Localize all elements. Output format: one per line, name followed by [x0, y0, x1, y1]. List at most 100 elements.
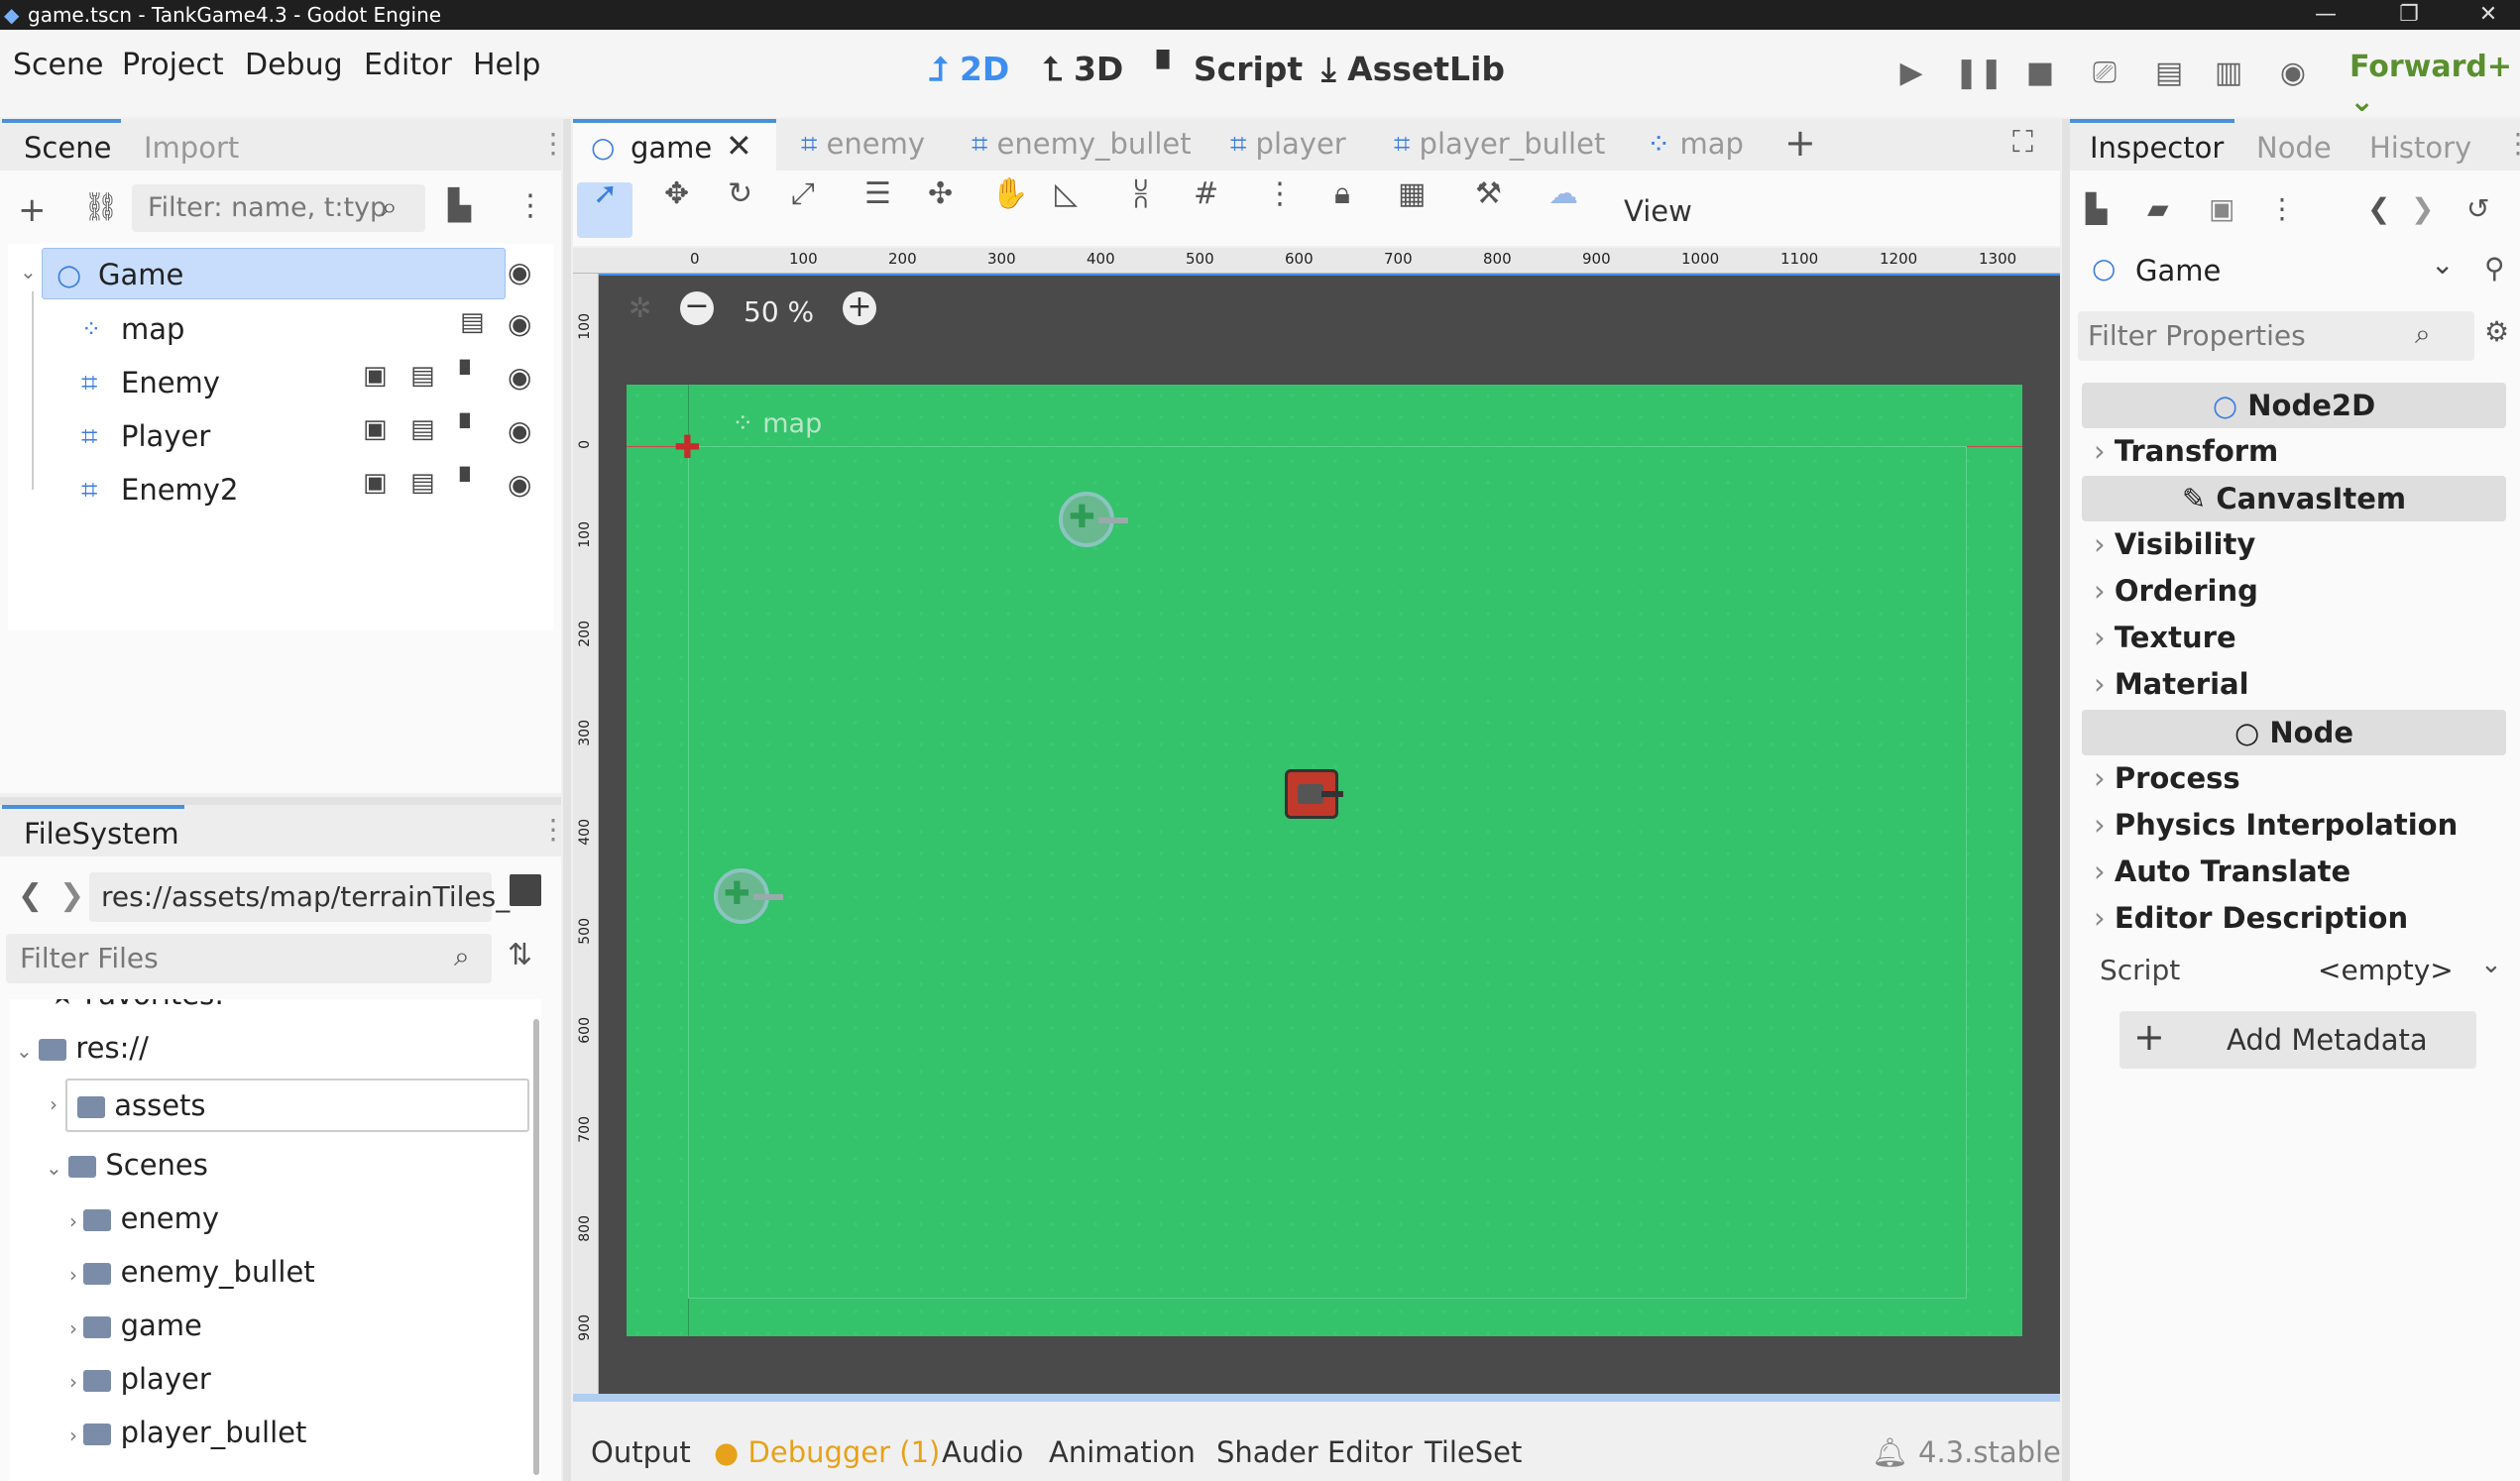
- snap-options-icon[interactable]: ⋮: [1265, 176, 1295, 211]
- map-tilemap[interactable]: ⁘ map ✚ ✚ ✚: [627, 385, 2022, 1336]
- scene-filter-field[interactable]: Filter: name, t:typ ⌕: [132, 184, 425, 232]
- visibility-eye-icon[interactable]: ◉: [508, 361, 531, 394]
- section-texture[interactable]: › Texture: [2094, 615, 2236, 660]
- tree-node-map[interactable]: ⁘ map: [42, 303, 488, 355]
- more-options-icon[interactable]: ⋮: [2268, 192, 2296, 225]
- script-icon[interactable]: ▘: [460, 414, 480, 444]
- fs-item-scenes[interactable]: ⌄ Scenes: [46, 1138, 208, 1192]
- section-process[interactable]: › Process: [2094, 755, 2240, 801]
- fs-item-game[interactable]: › game: [69, 1299, 202, 1352]
- property-options-icon[interactable]: ⚙: [2484, 315, 2509, 348]
- tab-player[interactable]: ⌗ player: [1230, 127, 1346, 162]
- view-menu-button[interactable]: View: [1624, 194, 1692, 228]
- scrollbar[interactable]: [533, 1019, 539, 1475]
- more-options-icon[interactable]: ⋮: [515, 188, 545, 223]
- fs-root-row[interactable]: ⌄ res://: [16, 1021, 149, 1075]
- zoom-out-button[interactable]: −: [680, 291, 714, 325]
- visibility-eye-icon[interactable]: ◉: [508, 414, 531, 447]
- path-field[interactable]: res://assets/map/terrainTiles_: [89, 872, 510, 922]
- menu-help[interactable]: Help: [473, 48, 540, 82]
- section-editor-description[interactable]: › Editor Description: [2094, 895, 2408, 941]
- fs-item-assets[interactable]: assets: [65, 1079, 529, 1132]
- group-icon[interactable]: ▦: [1398, 176, 1426, 211]
- instance-scene-icon[interactable]: ⛓: [83, 190, 119, 223]
- tab-map[interactable]: ⁘ map: [1647, 127, 1744, 161]
- dock-splitter[interactable]: [0, 797, 561, 805]
- tab-node[interactable]: Node: [2256, 131, 2332, 165]
- pan-tool-icon[interactable]: ✋: [991, 176, 1028, 211]
- scene-instance-icon[interactable]: ▤: [410, 468, 435, 498]
- tab-import[interactable]: Import: [144, 131, 239, 165]
- select-tool-icon[interactable]: ➚: [593, 176, 618, 211]
- expand-arrow-icon[interactable]: ›: [50, 1092, 57, 1116]
- workspace-assetlib-button[interactable]: ⤓ AssetLib: [1321, 50, 1505, 89]
- tab-enemy-bullet[interactable]: ⌗ enemy_bullet: [972, 127, 1192, 162]
- property-filter-input[interactable]: Filter Properties: [2088, 319, 2306, 352]
- menu-debug[interactable]: Debug: [245, 48, 343, 82]
- enemy-tank-sprite[interactable]: ✚: [1059, 492, 1128, 547]
- center-view-icon[interactable]: ✲: [629, 291, 651, 324]
- stop-icon[interactable]: ■: [2018, 52, 2062, 95]
- save-icon[interactable]: ▣: [2209, 192, 2234, 225]
- visibility-eye-icon[interactable]: ◉: [508, 256, 531, 288]
- section-transform[interactable]: › Transform: [2094, 428, 2278, 474]
- menu-project[interactable]: Project: [122, 48, 224, 82]
- tree-node-game[interactable]: ○ Game: [42, 248, 506, 299]
- scene-filter-input[interactable]: Filter: name, t:typ: [148, 192, 387, 223]
- tab-debugger[interactable]: ● Debugger (1): [714, 1435, 940, 1469]
- back-arrow-icon[interactable]: ❮: [18, 878, 43, 913]
- tab-player-bullet[interactable]: ⌗ player_bullet: [1394, 127, 1605, 162]
- tab-history[interactable]: History: [2369, 131, 2471, 165]
- tab-audio[interactable]: Audio: [942, 1435, 1023, 1469]
- close-window-button[interactable]: ✕: [2459, 0, 2518, 30]
- play-scene-icon[interactable]: ▤: [2147, 52, 2191, 95]
- menu-editor[interactable]: Editor: [364, 48, 452, 82]
- open-folder-icon[interactable]: ▰: [2147, 192, 2169, 225]
- dock-splitter[interactable]: [2062, 119, 2070, 1481]
- fs-item-player[interactable]: › player: [69, 1352, 211, 1406]
- section-ordering[interactable]: › Ordering: [2094, 568, 2258, 614]
- tab-game[interactable]: ○ game ✕: [573, 119, 776, 171]
- tab-output[interactable]: Output: [591, 1435, 691, 1469]
- scene-instance-icon[interactable]: ▤: [410, 414, 435, 444]
- scene-instance-icon[interactable]: ▤: [460, 307, 485, 337]
- maximize-button[interactable]: ❐: [2379, 0, 2439, 30]
- script-property-value[interactable]: <empty>: [2318, 954, 2454, 986]
- section-visibility[interactable]: › Visibility: [2094, 521, 2255, 567]
- pause-icon[interactable]: ❚❚: [1954, 52, 2004, 95]
- favorites-row[interactable]: ★ Favorites:: [50, 999, 224, 1021]
- add-tab-icon[interactable]: +: [1784, 121, 1816, 165]
- workspace-script-button[interactable]: ▘ Script: [1157, 50, 1303, 88]
- remote-debug-icon[interactable]: ⎚: [2083, 52, 2126, 95]
- close-tab-icon[interactable]: ✕: [726, 127, 752, 165]
- workspace-3d-button[interactable]: ⮤ 3D: [1043, 50, 1123, 89]
- attach-script-icon[interactable]: ▙: [448, 188, 471, 223]
- script-icon[interactable]: ▘: [460, 468, 480, 498]
- camera-override-icon[interactable]: ☁: [1548, 176, 1578, 211]
- fs-item-player-bullet[interactable]: › player_bullet: [69, 1406, 306, 1459]
- file-filter-input[interactable]: Filter Files: [20, 942, 159, 974]
- section-material[interactable]: › Material: [2094, 661, 2249, 707]
- group-icon[interactable]: ▣: [363, 468, 388, 498]
- lock-icon[interactable]: 🔒︎: [1334, 176, 1350, 211]
- node-docs-icon[interactable]: ⚲: [2484, 252, 2505, 285]
- tab-tileset[interactable]: TileSet: [1425, 1435, 1522, 1469]
- player-tank-sprite[interactable]: [1285, 769, 1343, 819]
- canvas-viewport[interactable]: ⁘ map ✚ ✚ ✚ ✲ − 50 % +: [599, 274, 2060, 1394]
- play-custom-scene-icon[interactable]: ▥: [2207, 52, 2250, 95]
- ruler-tool-icon[interactable]: ◺: [1055, 176, 1078, 211]
- sort-icon[interactable]: ⇅: [508, 938, 532, 972]
- distraction-free-icon[interactable]: ⛶: [2012, 125, 2033, 160]
- property-filter-field[interactable]: Filter Properties ⌕: [2078, 311, 2474, 361]
- fs-item-enemy-bullet[interactable]: › enemy_bullet: [69, 1245, 315, 1299]
- section-physics-interpolation[interactable]: › Physics Interpolation: [2094, 802, 2458, 848]
- inspected-object-selector[interactable]: ○ Game ⌄: [2078, 246, 2472, 297]
- tab-filesystem[interactable]: FileSystem: [24, 817, 179, 851]
- file-filter-field[interactable]: Filter Files ⌕: [6, 934, 492, 983]
- pivot-tool-icon[interactable]: ✣: [928, 176, 953, 211]
- tab-inspector[interactable]: Inspector: [2090, 131, 2224, 165]
- zoom-level[interactable]: 50 %: [744, 295, 814, 328]
- smart-snap-icon[interactable]: ⩈: [1134, 176, 1148, 211]
- list-select-icon[interactable]: ☰: [864, 176, 891, 211]
- path-input[interactable]: res://assets/map/terrainTiles_: [101, 880, 510, 913]
